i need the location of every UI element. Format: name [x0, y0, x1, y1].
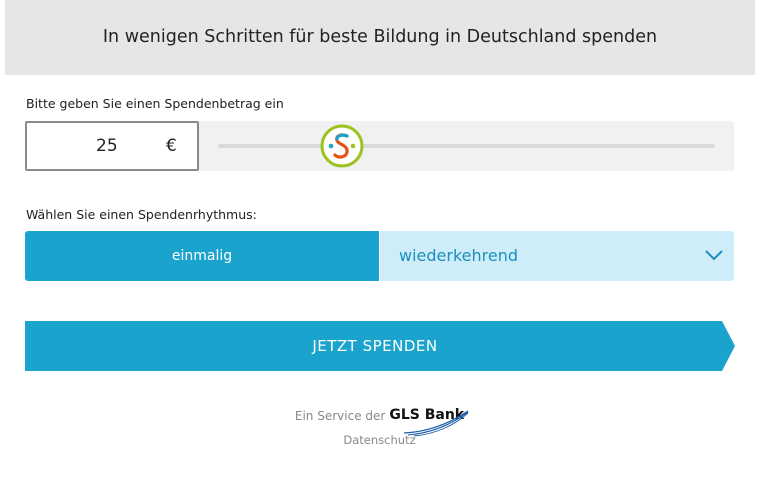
rhythm-once-button[interactable]: einmalig: [25, 231, 379, 281]
donate-button[interactable]: JETZT SPENDEN: [25, 321, 735, 371]
slider-logo-icon: [320, 124, 364, 168]
amount-row: 25 €: [25, 121, 734, 171]
amount-input[interactable]: 25 €: [25, 121, 199, 171]
page-title: In wenigen Schritten für beste Bildung i…: [102, 26, 658, 47]
rhythm-recurring-dropdown[interactable]: wiederkehrend: [380, 231, 734, 281]
chevron-down-icon: [705, 250, 723, 261]
rhythm-selector: einmalig wiederkehrend: [25, 231, 734, 281]
amount-slider-track[interactable]: [218, 144, 715, 148]
privacy-link[interactable]: Datenschutz: [0, 433, 759, 447]
rhythm-once-label: einmalig: [171, 248, 233, 264]
donate-button-label: JETZT SPENDEN: [312, 337, 438, 355]
service-text: Ein Service der: [294, 409, 386, 423]
currency-symbol: €: [166, 136, 177, 156]
rhythm-recurring-label: wiederkehrend: [399, 246, 518, 265]
rhythm-label: Wählen Sie einen Spendenrhythmus:: [26, 207, 257, 222]
amount-label: Bitte geben Sie einen Spendenbetrag ein: [26, 96, 284, 111]
amount-value: 25: [96, 136, 118, 156]
page-header: In wenigen Schritten für beste Bildung i…: [5, 0, 755, 75]
amount-slider-handle[interactable]: [320, 124, 364, 168]
